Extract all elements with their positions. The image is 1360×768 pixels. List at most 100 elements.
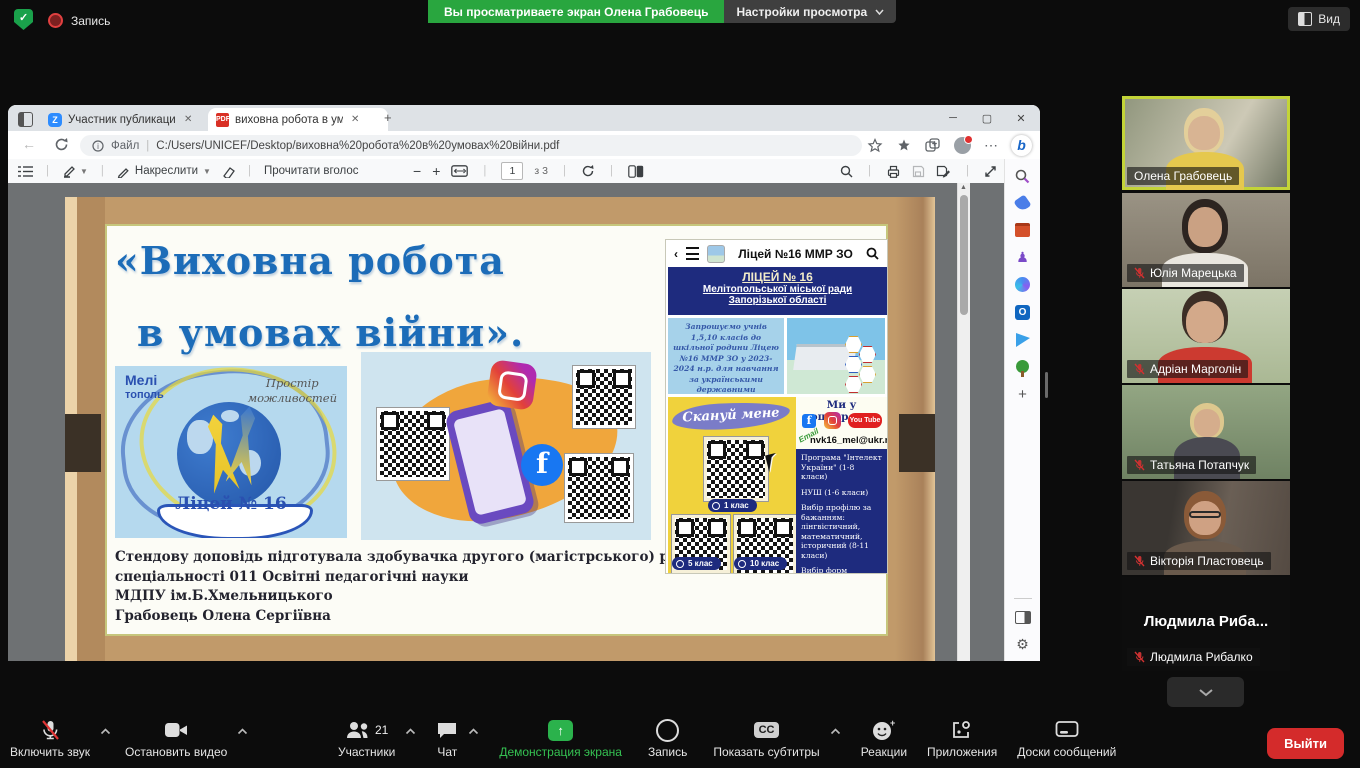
unmute-button[interactable]: Включить звук (10, 718, 90, 759)
muted-mic-icon (1134, 459, 1145, 471)
muted-mic-icon (1134, 267, 1145, 279)
print-icon[interactable] (886, 165, 901, 178)
sidebar-settings-gear-icon[interactable]: ⚙ (1016, 636, 1029, 653)
zoom-favicon: Z (48, 113, 62, 127)
address-scheme: Файл (111, 140, 139, 152)
save-as-icon[interactable] (936, 165, 951, 178)
favorite-add-icon[interactable] (867, 138, 883, 153)
muted-mic-icon (1134, 363, 1145, 375)
participant-name: Олена Грабовець (1134, 169, 1232, 183)
profile-avatar[interactable] (954, 137, 971, 154)
share-banner-group: Вы просматриваете экран Олена Грабовець … (428, 0, 896, 23)
page-view-icon[interactable] (628, 165, 644, 178)
chevron-up-icon[interactable] (100, 728, 111, 735)
facebook-icon: f (521, 444, 563, 486)
minimize-button[interactable]: ─ (936, 112, 970, 124)
sidebar-toggle-icon[interactable] (1015, 611, 1031, 624)
close-tab-icon[interactable]: ✕ (351, 114, 359, 125)
shopping-icon[interactable] (1013, 194, 1031, 212)
toc-icon[interactable] (18, 165, 33, 178)
svg-text:i: i (97, 142, 99, 151)
recording-indicator[interactable]: Запись (48, 13, 110, 28)
zoom-in-icon[interactable]: + (432, 163, 440, 179)
copilot-icon[interactable] (1015, 277, 1030, 292)
workspaces-icon[interactable] (18, 112, 33, 127)
chevron-up-icon[interactable] (237, 728, 248, 735)
back-icon: ‹ (674, 247, 678, 261)
outlook-icon[interactable]: O (1015, 305, 1030, 320)
tab-pdf-active[interactable]: PDF виховна робота в умовах війн ✕ (208, 108, 388, 131)
invitation-text: Запрошуємо учнів 1,5,10 класів до шкільн… (668, 318, 784, 394)
pdf-scrollbar[interactable]: ▲ (957, 183, 970, 661)
sidebar-search-icon[interactable] (1015, 169, 1030, 184)
more-menu-icon[interactable]: ⋯ (984, 137, 998, 154)
video-tile-olena[interactable]: Олена Грабовець (1122, 96, 1290, 190)
participants-button[interactable]: 21 Участники (338, 718, 395, 759)
chat-button[interactable]: Чат (436, 718, 458, 759)
close-tab-icon[interactable]: ✕ (184, 114, 192, 125)
reactions-button[interactable]: + Реакции (861, 718, 907, 759)
maximize-button[interactable]: ▢ (970, 112, 1004, 125)
scrollbar-thumb[interactable] (960, 195, 968, 315)
tree-icon[interactable] (1016, 360, 1029, 373)
bing-icon[interactable]: b (1011, 135, 1032, 156)
address-bar[interactable]: i Файл | C:/Users/UNICEF/Desktop/виховна… (80, 135, 862, 156)
rotate-icon[interactable] (581, 164, 595, 178)
more-participants-button[interactable] (1167, 677, 1244, 707)
view-button[interactable]: Вид (1288, 7, 1350, 31)
new-tab-button[interactable]: + (384, 110, 392, 125)
video-tile-tatyana[interactable]: Татьяна Потапчук (1122, 385, 1290, 479)
participant-name: Вікторія Пластовець (1150, 554, 1264, 568)
search-icon[interactable] (840, 165, 853, 178)
tools-icon[interactable] (1015, 223, 1030, 237)
page-number-input[interactable]: 1 (501, 162, 523, 180)
search-icon (866, 247, 879, 260)
programs-info: Програма "Інтелект України" (1-8 класи) … (796, 449, 887, 573)
social-links-section: Ми у соцмережах f You Tube Email nvk16_m… (796, 397, 887, 573)
participant-name: Адріан Марголін (1150, 362, 1241, 376)
participant-name: Людмила Рибалко (1150, 650, 1253, 664)
view-options-button[interactable]: Настройки просмотра (724, 0, 896, 23)
tab-strip: Z Участник публикации - Zoom ✕ PDF вихов… (8, 105, 1040, 131)
site-title: Ліцей №16 ММР ЗО (733, 247, 858, 261)
captions-button[interactable]: CC Показать субтитры (713, 718, 819, 759)
leave-button[interactable]: Выйти (1267, 728, 1344, 759)
video-tile-viktoriia[interactable]: Вікторія Пластовець (1122, 481, 1290, 575)
read-aloud-button[interactable]: Прочитати вголос (264, 165, 359, 177)
chevron-up-icon[interactable] (468, 728, 479, 735)
grid-view-icon (1298, 12, 1312, 26)
drop-icon[interactable] (1016, 333, 1030, 347)
add-sidebar-app-button[interactable]: + (1018, 386, 1027, 403)
chevron-up-icon[interactable] (830, 728, 841, 735)
video-tile-yuliia[interactable]: Юлія Марецька (1122, 193, 1290, 287)
tab-groups-icon[interactable] (925, 138, 941, 153)
phone-header: ‹ Ліцей №16 ММР ЗО (666, 240, 887, 267)
collections-icon[interactable] (896, 138, 912, 153)
draw-tool[interactable]: Накреслити ▼ (117, 165, 211, 178)
video-tile-liudmyla[interactable]: Людмила Риба... Людмила Рибалко (1122, 577, 1290, 671)
fullscreen-icon[interactable] (984, 165, 997, 178)
instagram-icon (486, 359, 538, 411)
navbar-actions: ⋯ b (867, 135, 1032, 156)
record-button[interactable]: Запись (648, 718, 687, 759)
apps-button[interactable]: Приложения (927, 718, 997, 759)
close-button[interactable]: ✕ (1004, 112, 1038, 125)
chevron-down-icon: ▼ (80, 167, 88, 176)
whiteboards-button[interactable]: Доски сообщений (1017, 718, 1116, 759)
chevron-up-icon[interactable] (405, 728, 416, 735)
eraser-icon[interactable] (220, 165, 235, 178)
highlight-tool[interactable]: ▼ (62, 164, 88, 178)
games-icon[interactable]: ♟ (1016, 250, 1029, 264)
back-icon[interactable]: ← (22, 136, 36, 152)
pdf-toolbar: | ▼ | Накреслити ▼ | Прочитати вголос − … (8, 159, 1040, 184)
page-count: з 3 (534, 165, 548, 177)
chevron-down-icon (1198, 688, 1214, 697)
video-tile-adrian[interactable]: Адріан Марголін (1122, 289, 1290, 383)
stop-video-button[interactable]: Остановить видео (125, 718, 227, 759)
panel-resize-handle[interactable] (1045, 372, 1048, 398)
zoom-out-icon[interactable]: − (413, 163, 421, 179)
tab-zoom-participant[interactable]: Z Участник публикации - Zoom ✕ (40, 108, 218, 131)
reload-icon[interactable] (54, 137, 69, 152)
share-screen-button[interactable]: ↑ Демонстрация экрана (499, 718, 622, 759)
fit-width-icon[interactable] (451, 165, 468, 177)
